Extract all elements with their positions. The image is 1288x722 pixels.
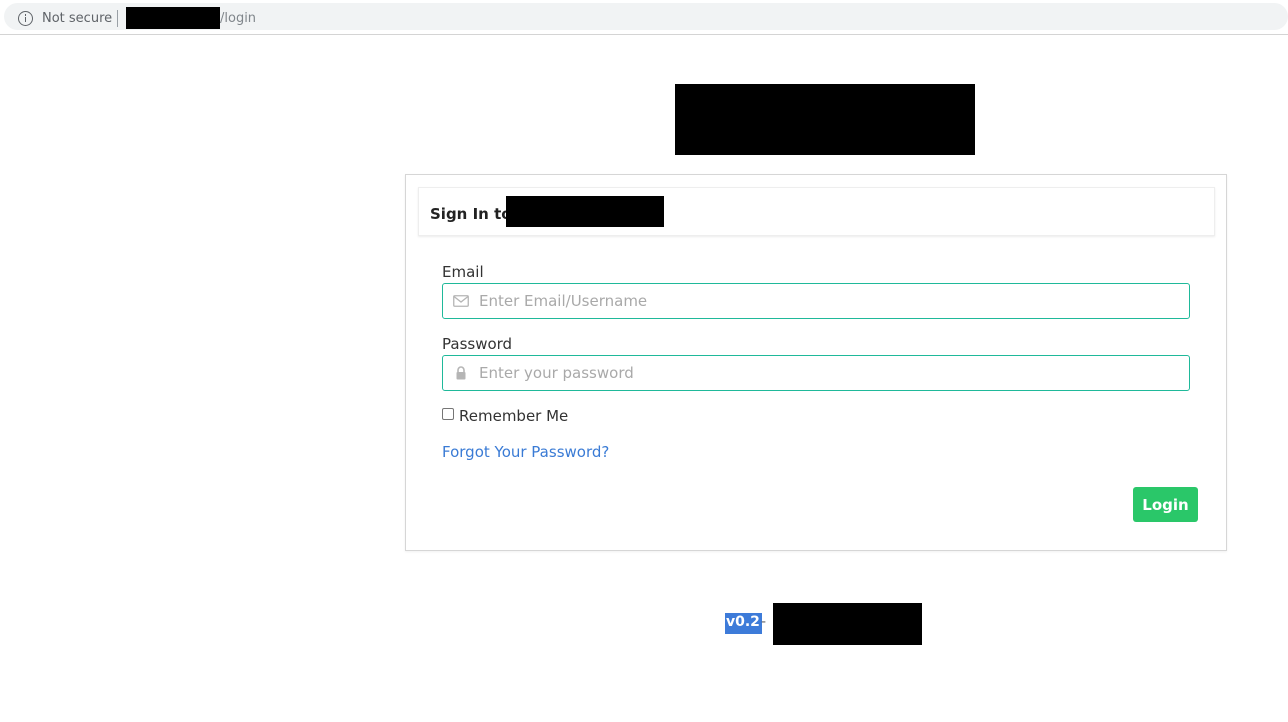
footer-separator: - xyxy=(761,614,767,630)
address-separator xyxy=(117,10,118,27)
url-path[interactable]: /login xyxy=(220,11,256,26)
remember-me-checkbox[interactable] xyxy=(442,408,454,420)
url-host-redaction xyxy=(126,7,220,29)
password-label: Password xyxy=(442,335,513,353)
omnibox[interactable]: Not secure /login xyxy=(4,3,1288,30)
footer-redaction xyxy=(773,603,922,645)
browser-address-bar: Not secure /login xyxy=(0,0,1288,35)
remember-me-label[interactable]: Remember Me xyxy=(459,407,568,425)
security-indicator[interactable]: Not secure xyxy=(42,11,112,26)
envelope-icon xyxy=(453,295,469,307)
email-field[interactable] xyxy=(442,283,1190,319)
title-redaction xyxy=(506,196,664,227)
password-input[interactable] xyxy=(479,357,1179,389)
email-label: Email xyxy=(442,263,484,281)
info-icon[interactable] xyxy=(18,11,33,26)
login-button[interactable]: Login xyxy=(1133,487,1198,522)
lock-icon xyxy=(456,366,466,380)
login-card: Sign In to Email Password Remember Me Fo… xyxy=(405,174,1227,551)
logo-redaction xyxy=(675,84,975,155)
card-header: Sign In to xyxy=(418,187,1215,236)
password-field[interactable] xyxy=(442,355,1190,391)
forgot-password-link[interactable]: Forgot Your Password? xyxy=(442,443,609,461)
email-input[interactable] xyxy=(479,285,1179,317)
version-label: v0.2 xyxy=(725,613,762,634)
card-title: Sign In to xyxy=(430,205,512,223)
